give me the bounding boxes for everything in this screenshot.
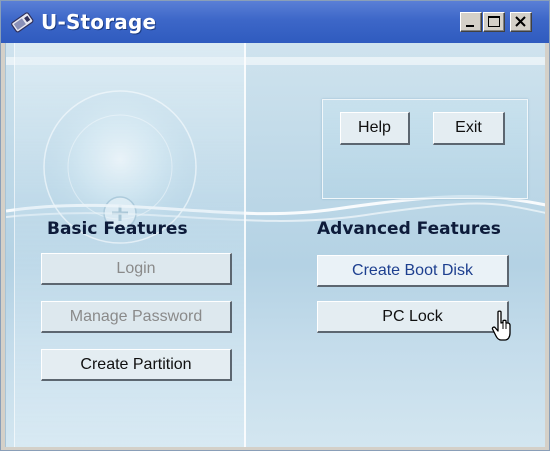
create-boot-disk-button[interactable]: Create Boot Disk — [317, 255, 509, 287]
pc-lock-button[interactable]: PC Lock — [317, 301, 509, 333]
window-title: U-Storage — [41, 10, 157, 34]
advanced-features-title: Advanced Features — [317, 219, 501, 239]
maximize-icon — [488, 16, 500, 27]
hand-pointer-icon — [491, 310, 511, 341]
login-button[interactable]: Login — [41, 253, 232, 285]
basic-features-title: Basic Features — [47, 219, 188, 239]
disk-icon — [9, 9, 35, 35]
help-button[interactable]: Help — [340, 112, 410, 145]
exit-button[interactable]: Exit — [433, 112, 505, 145]
manage-password-button[interactable]: Manage Password — [41, 301, 232, 333]
close-icon — [515, 16, 526, 27]
main-panel — [5, 43, 545, 447]
close-button[interactable] — [510, 12, 532, 32]
basic-features-panel — [14, 43, 246, 447]
create-partition-button[interactable]: Create Partition — [41, 349, 232, 381]
maximize-button[interactable] — [483, 12, 505, 32]
app-window: U-Storage Help Exit Basic Features Advan… — [0, 0, 550, 451]
title-bar[interactable]: U-Storage — [1, 1, 549, 43]
minimize-icon — [466, 25, 474, 27]
minimize-button[interactable] — [460, 12, 482, 32]
